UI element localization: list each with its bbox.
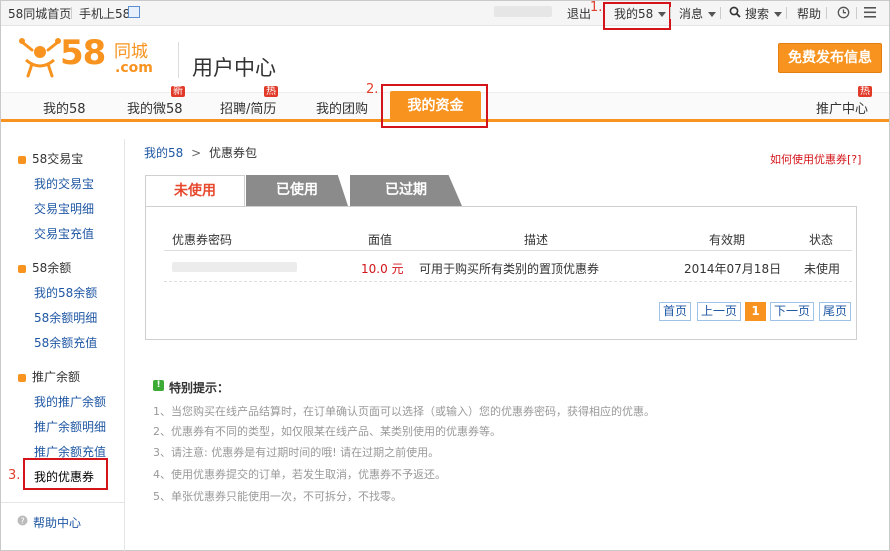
divider [71, 7, 72, 19]
divider [786, 7, 787, 19]
step-2-label: 2. [366, 82, 379, 97]
pager-last[interactable]: 尾页 [819, 302, 851, 321]
divider [178, 42, 179, 78]
group-label: 58余额 [32, 261, 72, 275]
sidebar-item[interactable]: 我的交易宝 [34, 175, 94, 192]
help-center-link[interactable]: 帮助中心 [33, 514, 81, 531]
tip-item: 3、请注意: 优惠券是有过期时间的哦! 请在过期之前使用。 [153, 446, 440, 459]
col-header-status: 状态 [809, 233, 834, 247]
sidebar-item[interactable]: 我的推广余额 [34, 393, 106, 410]
help-circle-icon: ? [17, 515, 28, 529]
coupon-desc: 可用于购买所有类别的置顶优惠券 [419, 262, 600, 276]
chevron-down-icon [658, 12, 667, 17]
bullet-icon [18, 373, 26, 382]
sidebar-item[interactable]: 交易宝充值 [34, 225, 94, 242]
new-badge: 新 [171, 86, 185, 97]
pager-next[interactable]: 下一页 [770, 302, 814, 321]
header-divider [164, 250, 852, 251]
breadcrumb-root[interactable]: 我的58 [144, 146, 183, 160]
breadcrumb: 我的58 > 优惠券包 [144, 144, 257, 161]
tab-unused[interactable]: 未使用 [145, 175, 245, 206]
step-1-label: 1. [590, 0, 603, 15]
divider [670, 7, 671, 19]
tab-expired[interactable]: 已过期 [350, 175, 462, 206]
divider [1, 502, 125, 503]
pager-first[interactable]: 首页 [659, 302, 691, 321]
clock-icon[interactable] [837, 6, 850, 22]
col-header-desc: 描述 [524, 233, 549, 247]
my58-label: 我的58 [614, 7, 654, 21]
logo-mascot-icon [18, 36, 62, 81]
sidebar-item[interactable]: 交易宝明细 [34, 200, 94, 217]
sidebar-group-tuiguang: 推广余额 [18, 368, 80, 385]
nav-mywei58[interactable]: 我的微58 [127, 98, 183, 117]
username-blurred [494, 6, 552, 17]
my58-menu[interactable]: 我的58 [614, 5, 667, 22]
chevron-down-icon [708, 12, 717, 17]
col-header-code: 优惠券密码 [172, 233, 233, 247]
nav-tuangou[interactable]: 我的团购 [316, 98, 368, 117]
group-label: 58交易宝 [32, 152, 84, 166]
sidebar-item[interactable]: 58余额明细 [34, 309, 97, 326]
mobile-link[interactable]: 手机上58 [79, 5, 130, 22]
sidebar-group-yue: 58余额 [18, 259, 71, 276]
messages-label: 消息 [679, 7, 704, 21]
hot-badge: 热 [858, 86, 872, 97]
tip-item: 1、当您购买在线产品结算时，在订单确认页面可以选择（或输入）您的优惠券密码，获得… [153, 405, 655, 418]
breadcrumb-current: 优惠券包 [209, 146, 258, 160]
search-icon[interactable] [729, 6, 741, 21]
home-link[interactable]: 58同城首页 [8, 5, 71, 22]
coupon-expiry: 2014年07月18日 [684, 262, 782, 276]
sidebar-item[interactable]: 我的58余额 [34, 284, 97, 301]
search-menu[interactable]: 搜索 [745, 5, 783, 22]
help-link[interactable]: 帮助 [797, 5, 821, 22]
logout-link[interactable]: 退出 [567, 5, 591, 22]
group-label: 推广余额 [32, 370, 81, 384]
sidebar-item[interactable]: 推广余额明细 [34, 418, 106, 435]
bullet-icon [18, 264, 26, 273]
sidebar-group-jiaoyibao: 58交易宝 [18, 150, 83, 167]
messages-menu[interactable]: 消息 [679, 5, 717, 22]
hot-badge: 热 [264, 86, 278, 97]
tip-item: 4、使用优惠券提交的订单，若发生取消，优惠券不予返还。 [153, 468, 446, 481]
logo-58: 58 [60, 33, 106, 73]
zijin-highlight [381, 84, 488, 128]
col-header-expiry: 有效期 [709, 233, 746, 247]
publish-button[interactable]: 免费发布信息 [778, 43, 882, 73]
howto-link[interactable]: 如何使用优惠券[?] [770, 151, 861, 167]
col-header-value: 面值 [368, 233, 393, 247]
divider [826, 7, 827, 19]
pager-prev[interactable]: 上一页 [697, 302, 741, 321]
nav-tuiguang[interactable]: 推广中心 [816, 98, 868, 117]
mobile-icon[interactable] [128, 6, 140, 18]
tips-title: 特别提示： [169, 381, 230, 395]
menu-icon[interactable] [864, 7, 876, 21]
nav-zhaopin[interactable]: 招聘/简历 [220, 98, 276, 117]
sidebar-item[interactable]: 58余额充值 [34, 334, 97, 351]
nav-my58[interactable]: 我的58 [43, 98, 86, 117]
logo-chinese: 同城 [114, 42, 148, 62]
search-label: 搜索 [745, 7, 770, 21]
divider [720, 7, 721, 19]
sidebar-item-coupons-label[interactable]: 我的优惠券 [34, 468, 94, 485]
notice-icon: ! [153, 380, 164, 391]
bullet-icon [18, 155, 26, 164]
tip-item: 2、优惠券有不同的类型，如仅限某在线产品、某类别使用的优惠券等。 [153, 425, 501, 438]
step-3-label: 3. [8, 468, 21, 483]
breadcrumb-sep: > [191, 146, 202, 160]
row-divider [164, 281, 852, 282]
pager-current[interactable]: 1 [745, 302, 766, 321]
coupon-code-blurred [172, 262, 297, 272]
chevron-down-icon [774, 12, 783, 17]
page-title: 用户中心 [192, 56, 276, 80]
divider [856, 7, 857, 19]
logo-dotcom: .com [115, 60, 153, 76]
tab-used[interactable]: 已使用 [246, 175, 348, 206]
svg-text:?: ? [20, 517, 24, 526]
coupon-value: 10.0 元 [361, 262, 404, 276]
coupon-status: 未使用 [804, 262, 841, 276]
tip-item: 5、单张优惠券只能使用一次，不可拆分，不找零。 [153, 490, 402, 503]
